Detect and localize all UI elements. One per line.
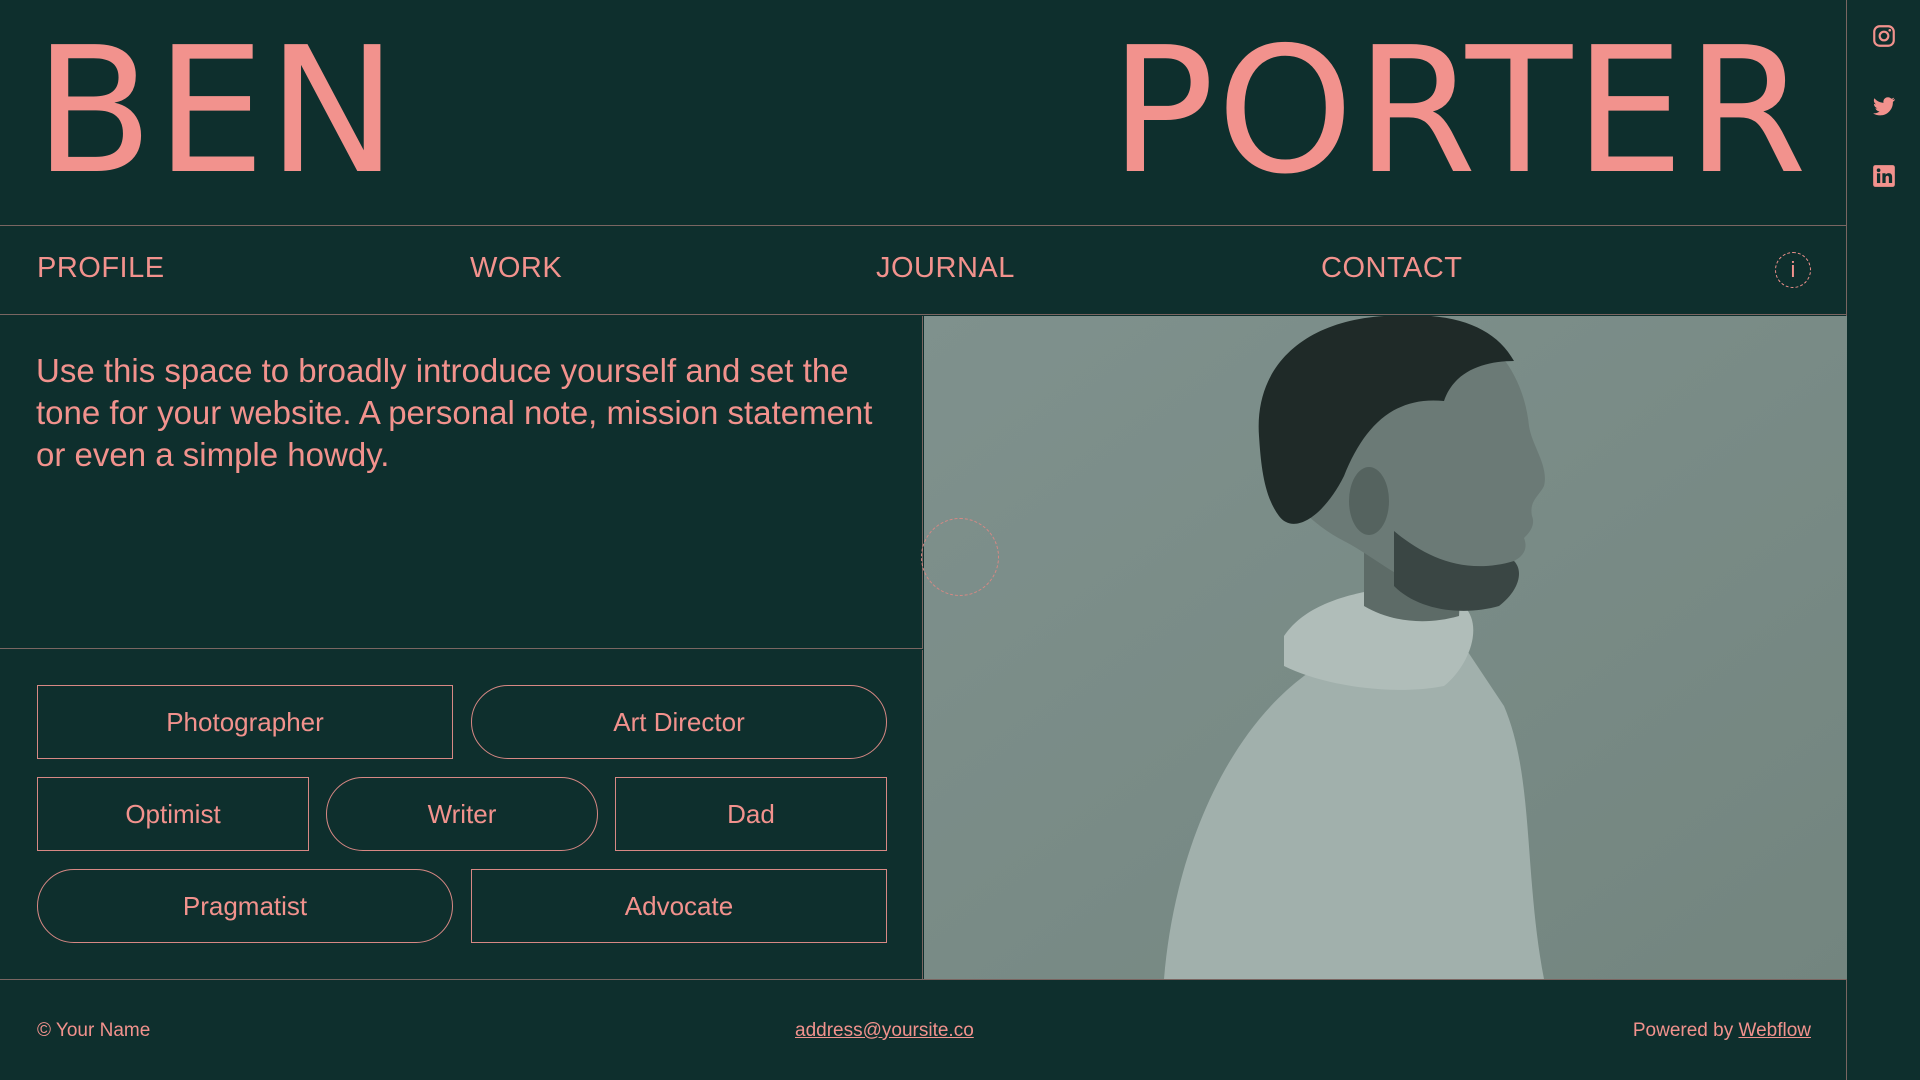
social-sidebar xyxy=(1848,0,1920,1080)
hero-last-name: PORTER xyxy=(1109,10,1809,213)
twitter-icon xyxy=(1873,97,1896,116)
instagram-icon xyxy=(1873,25,1895,47)
cursor-ring xyxy=(921,518,999,596)
tag-photographer[interactable]: Photographer xyxy=(37,685,453,759)
footer-powered-by: Powered by Webflow xyxy=(1633,1020,1811,1042)
main-content: BEN PORTER PROFILE WORK JOURNAL CONTACT … xyxy=(0,0,1847,1080)
tags-section: Photographer Art Director Optimist Write… xyxy=(0,650,923,979)
portrait-illustration xyxy=(924,316,1847,979)
tag-optimist[interactable]: Optimist xyxy=(37,777,309,851)
nav-item-work[interactable]: WORK xyxy=(470,252,562,285)
hero-header: BEN PORTER xyxy=(0,0,1847,226)
intro-section: Use this space to broadly introduce your… xyxy=(0,316,923,649)
linkedin-icon xyxy=(1873,165,1895,187)
linkedin-link[interactable] xyxy=(1868,160,1900,192)
portrait-photo xyxy=(924,316,1847,979)
footer-powered-prefix: Powered by xyxy=(1632,1020,1739,1041)
info-icon: i xyxy=(1790,257,1796,282)
footer-webflow-link[interactable]: Webflow xyxy=(1738,1020,1811,1041)
tag-dad[interactable]: Dad xyxy=(615,777,887,851)
tag-art-director[interactable]: Art Director xyxy=(471,685,887,759)
tag-writer[interactable]: Writer xyxy=(326,777,598,851)
nav-item-contact[interactable]: CONTACT xyxy=(1321,252,1463,285)
nav-item-journal[interactable]: JOURNAL xyxy=(876,252,1015,285)
tag-advocate[interactable]: Advocate xyxy=(471,869,887,943)
intro-text: Use this space to broadly introduce your… xyxy=(36,352,873,473)
instagram-link[interactable] xyxy=(1868,20,1900,52)
page: BEN PORTER PROFILE WORK JOURNAL CONTACT … xyxy=(0,0,1920,1080)
main-nav: PROFILE WORK JOURNAL CONTACT i xyxy=(0,226,1847,315)
tag-pragmatist[interactable]: Pragmatist xyxy=(37,869,453,943)
footer-copyright: © Your Name xyxy=(37,1020,151,1041)
footer-email-link[interactable]: address@yoursite.co xyxy=(795,1020,974,1042)
nav-item-profile[interactable]: PROFILE xyxy=(37,252,165,285)
footer: © Your Name address@yoursite.co Powered … xyxy=(0,979,1847,1080)
twitter-link[interactable] xyxy=(1868,90,1900,122)
info-button[interactable]: i xyxy=(1775,252,1811,288)
hero-first-name: BEN xyxy=(34,10,400,213)
